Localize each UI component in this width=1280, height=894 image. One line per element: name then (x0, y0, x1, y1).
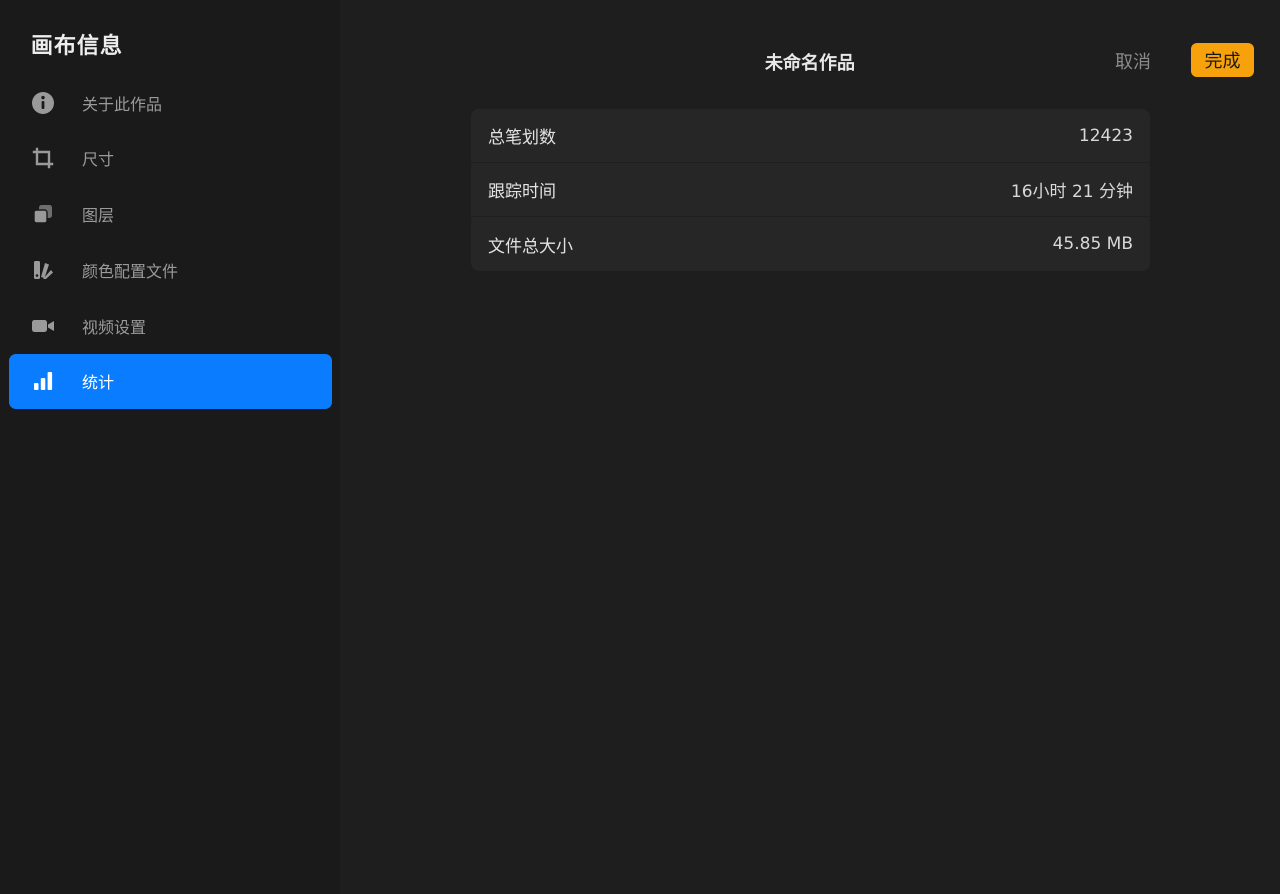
app-window: 画布信息 关于此作品 尺寸 图层 颜色配置文件 视频设置 统计 未命名作品 取消… (0, 0, 1280, 894)
sidebar-item-color-profile[interactable]: 颜色配置文件 (9, 242, 332, 297)
main-panel: 未命名作品 取消 完成 总笔划数 12423 跟踪时间 16小时 21 分钟 文… (340, 0, 1280, 894)
stat-value: 45.85 MB (1052, 234, 1133, 254)
sidebar-item-statistics[interactable]: 统计 (9, 353, 332, 409)
video-camera-icon (31, 314, 55, 338)
sidebar-item-label: 统计 (82, 373, 115, 393)
sidebar-item-layers[interactable]: 图层 (9, 187, 332, 242)
color-profile-icon (31, 258, 55, 282)
cancel-button[interactable]: 取消 (1115, 48, 1151, 74)
bar-chart-icon (31, 369, 55, 393)
stat-label: 文件总大小 (488, 236, 573, 257)
sidebar-item-label: 图层 (82, 206, 115, 226)
sidebar-item-about[interactable]: 关于此作品 (9, 75, 332, 130)
layers-icon (31, 202, 55, 226)
done-button[interactable]: 完成 (1191, 43, 1254, 77)
statistics-card: 总笔划数 12423 跟踪时间 16小时 21 分钟 文件总大小 45.85 M… (471, 109, 1150, 271)
sidebar-item-label: 尺寸 (82, 150, 115, 170)
crop-icon (31, 146, 55, 170)
info-icon (31, 91, 55, 115)
stat-value: 16小时 21 分钟 (1010, 182, 1133, 202)
sidebar-item-label: 视频设置 (82, 317, 147, 337)
stat-value: 12423 (1078, 125, 1133, 146)
stat-label: 总笔划数 (488, 128, 556, 148)
stat-row-tracked-time: 跟踪时间 16小时 21 分钟 (471, 163, 1150, 217)
sidebar-nav: 关于此作品 尺寸 图层 颜色配置文件 视频设置 统计 (9, 75, 332, 410)
sidebar-item-label: 关于此作品 (82, 94, 163, 114)
sidebar-item-dimensions[interactable]: 尺寸 (9, 131, 332, 186)
sidebar-item-video-settings[interactable]: 视频设置 (9, 298, 332, 353)
stat-row-file-size: 文件总大小 45.85 MB (471, 217, 1150, 271)
sidebar-title: 画布信息 (31, 34, 124, 59)
sidebar: 画布信息 关于此作品 尺寸 图层 颜色配置文件 视频设置 统计 (0, 0, 340, 894)
stat-label: 跟踪时间 (488, 182, 556, 202)
stat-row-stroke-count: 总笔划数 12423 (471, 109, 1150, 163)
sidebar-item-label: 颜色配置文件 (82, 261, 179, 281)
